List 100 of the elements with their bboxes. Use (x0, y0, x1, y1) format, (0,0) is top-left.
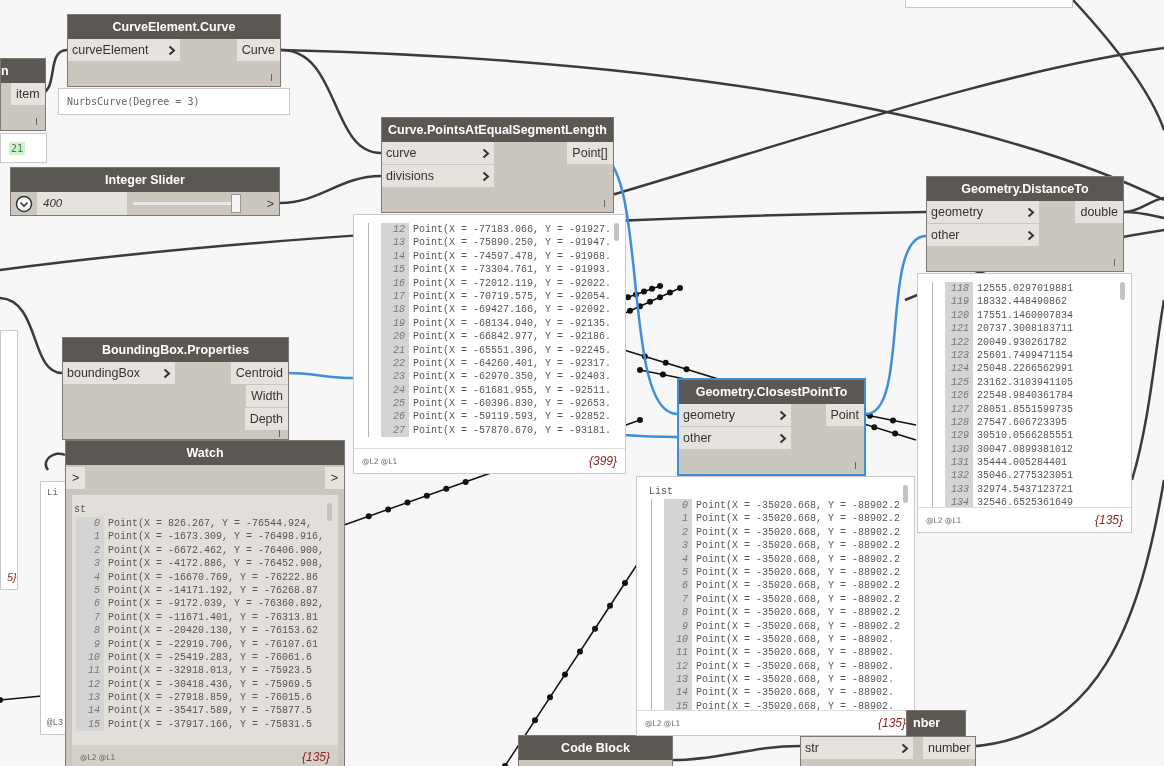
output-port[interactable]: Point (825, 404, 864, 426)
preview-text: @L3 (47, 718, 64, 728)
input-port[interactable]: other (927, 224, 1039, 246)
list-index: 18 (381, 303, 409, 317)
list-item: 32974.5437123721 (977, 482, 1073, 497)
node[interactable]: str number (800, 736, 977, 766)
output-port[interactable]: > (261, 192, 279, 215)
node[interactable]: Code Block (518, 735, 673, 766)
output-port[interactable]: Curve (236, 39, 280, 61)
list-index: 119 (945, 295, 973, 309)
list-item: Point(X = -62970.350, Y = -92403. (413, 370, 612, 384)
node[interactable]: Curve.PointsAtEqualSegmentLength curve divisions Point[] (381, 117, 614, 213)
node-title: Curve.PointsAtEqualSegmentLength (382, 118, 613, 142)
list-index: 13 (664, 673, 692, 687)
list-index: 14 (664, 686, 692, 700)
node-title: Geometry.ClosestPointTo (679, 380, 864, 404)
node[interactable]: BoundingBox.Properties boundingBox Centroid Width Depth (62, 337, 289, 440)
node[interactable]: n item (0, 58, 46, 131)
list-item: 18332.448490862 (977, 295, 1067, 309)
input-port[interactable]: divisions (382, 165, 494, 187)
preview-text: 5} (7, 571, 17, 583)
list-item: Point(X = -35020.668, Y = -88902. (696, 646, 895, 660)
list-index: 129 (945, 429, 973, 443)
list-index: 0 (76, 517, 104, 531)
list-item: Point(X = -59119.593, Y = -92852. (413, 410, 612, 424)
list-item: Point(X = -57870.670, Y = -93181. (413, 423, 612, 438)
list-item: Point(X = -61681.955, Y = -92511. (413, 383, 612, 398)
list-item: 35444.005284401 (977, 456, 1067, 470)
list-item: Point(X = -35020.668, Y = -88902.2 (696, 565, 901, 580)
list-index: 124 (945, 362, 973, 376)
output-port[interactable]: Point[] (567, 142, 613, 164)
number-field[interactable]: 400 (37, 192, 127, 215)
list-item: Point(X = -25419.283, Y = -76061.6 (108, 650, 313, 665)
output-port[interactable]: double (1075, 201, 1123, 223)
list-item: Point(X = -35020.668, Y = -88902.2 (696, 552, 901, 566)
list-item: Point(X = -35020.668, Y = -88902.2 (696, 592, 901, 607)
list-item: Point(X = -35020.668, Y = -88902.2 (696, 606, 901, 620)
list-item: Point(X = -35020.668, Y = -88902.2 (696, 539, 901, 553)
list-item: Point(X = 826.267, Y = -76544.924, (108, 517, 313, 531)
node[interactable]: Geometry.DistanceTo geometry other double (926, 176, 1124, 272)
input-port[interactable]: curve (382, 142, 494, 164)
list-item: Point(X = -66842.977, Y = -92186. (413, 330, 612, 344)
list-item: Point(X = -35020.668, Y = -88902. (696, 699, 895, 710)
list-item: Point(X = -9172.039, Y = -76360.892, (108, 597, 325, 611)
item-count: {135} (1094, 513, 1123, 527)
preview-value: NurbsCurve(Degree = 3) (67, 96, 200, 107)
list-index: 26 (381, 410, 409, 424)
list-item: Point(X = -20420.130, Y = -76153.62 (108, 624, 319, 638)
node-title: BoundingBox.Properties (63, 338, 288, 362)
input-port[interactable]: curveElement (68, 39, 180, 61)
node-title: CurveElement.Curve (68, 15, 280, 39)
list-index: 134 (945, 496, 973, 507)
list-item: Point(X = -32918.013, Y = -75923.5 (108, 664, 313, 678)
input-port[interactable]: boundingBox (63, 362, 175, 384)
list-item: Point(X = -16670.769, Y = -76222.86 (108, 570, 319, 584)
output-port[interactable]: > (324, 467, 345, 489)
list-index: 23 (381, 370, 409, 384)
list-index: 132 (945, 469, 973, 483)
list-item: 25048.2266562991 (977, 362, 1073, 376)
list-item: 17551.1460007834 (977, 308, 1073, 323)
list-index: 12 (381, 223, 409, 237)
list-item: 23162.3103941105 (977, 375, 1073, 390)
output-port[interactable]: Width (246, 385, 288, 407)
list-item: Point(X = -35417.589, Y = -75877.5 (108, 704, 313, 718)
node[interactable]: CurveElement.Curve curveElement Curve (67, 14, 281, 87)
input-port[interactable]: other (679, 427, 791, 449)
list-index: 1 (664, 512, 692, 526)
list-index: 25 (381, 397, 409, 411)
output-port[interactable]: number (923, 737, 976, 759)
node[interactable]: Integer Slider 400 > (10, 167, 280, 216)
input-port[interactable]: geometry (927, 201, 1039, 223)
list-index: 6 (664, 579, 692, 593)
list-index: 0 (664, 499, 692, 513)
input-port[interactable]: geometry (679, 404, 791, 426)
list-item: Point(X = -70719.575, Y = -92054. (413, 289, 612, 304)
list-index: 131 (945, 456, 973, 470)
list-item: Point(X = -73304.761, Y = -91993. (413, 263, 612, 277)
item-count: {135} (302, 750, 331, 764)
output-port[interactable]: Depth (244, 408, 288, 430)
list-item: 32546.6525361649 (977, 496, 1073, 507)
input-port[interactable]: str (801, 737, 913, 759)
list-index: 118 (945, 282, 973, 296)
item-count: {135} (878, 716, 907, 730)
output-port[interactable]: item (11, 83, 45, 105)
list-item: 12555.0297019881 (977, 282, 1073, 296)
list-index: 20 (381, 330, 409, 344)
list-item: Point(X = -35020.668, Y = -88902.2 (696, 525, 901, 540)
list-item: Point(X = -35020.668, Y = -88902. (696, 686, 895, 700)
node[interactable]: Geometry.ClosestPointTo geometry other Point (677, 378, 866, 476)
list-index: 11 (664, 646, 692, 660)
output-port[interactable]: Centroid (230, 362, 288, 384)
list-index: 11 (76, 664, 104, 678)
list-item: 20049.930261782 (977, 335, 1067, 349)
list-index: 15 (664, 699, 692, 710)
input-port[interactable]: > (66, 467, 86, 489)
list-item: Point(X = -6672.462, Y = -76406.900, (108, 543, 325, 558)
list-index: 126 (945, 389, 973, 403)
list-index: 13 (76, 691, 104, 705)
list-item: 35046.2775323051 (977, 469, 1073, 483)
node-title: Watch (66, 441, 345, 465)
